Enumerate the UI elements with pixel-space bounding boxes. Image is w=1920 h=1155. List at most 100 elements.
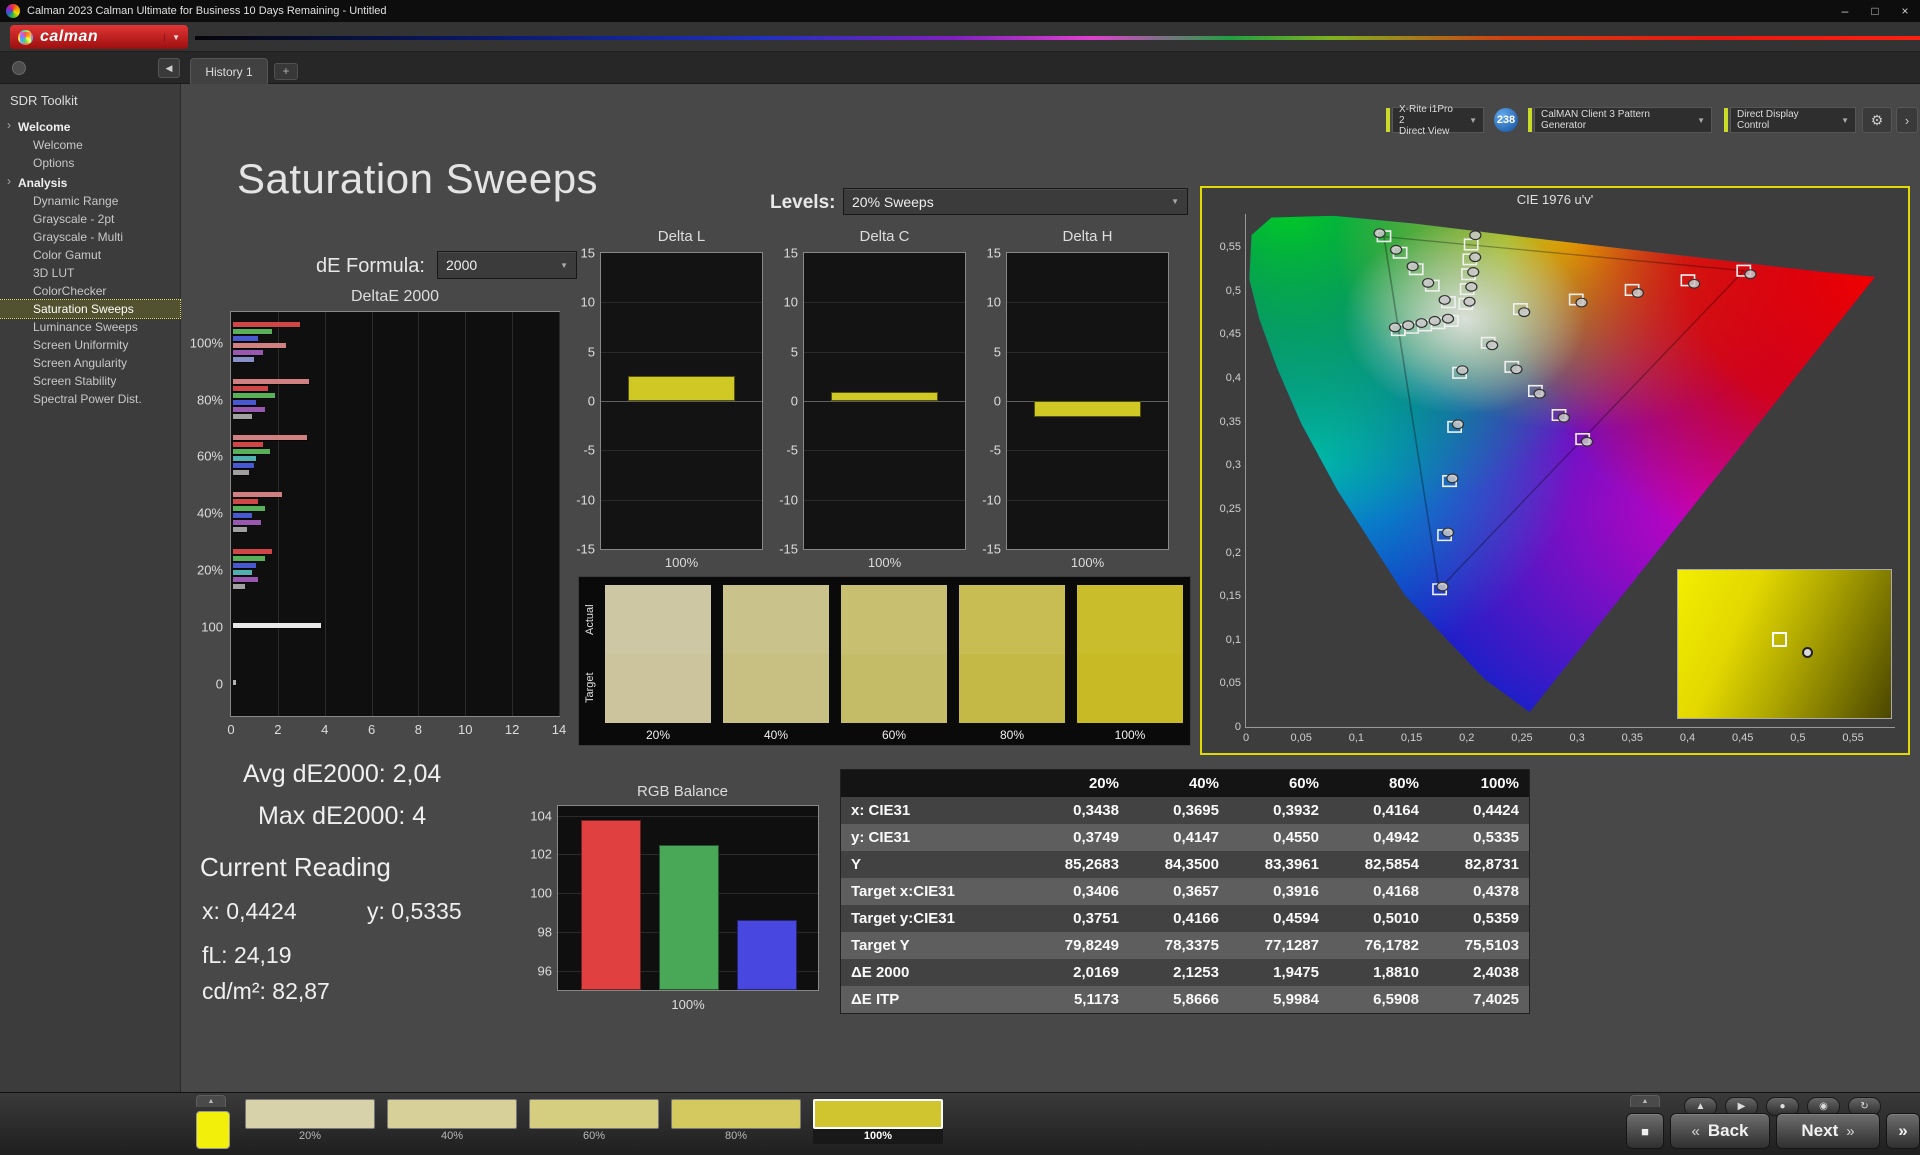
x-tick-label: 0,25 — [1511, 732, 1533, 744]
pattern-window-button[interactable] — [196, 1111, 230, 1149]
sidebar-item-color-gamut[interactable]: Color Gamut — [0, 246, 180, 264]
y-tick-label: 20% — [196, 562, 223, 578]
gear-icon[interactable]: ⚙ — [1862, 107, 1892, 133]
minimize-button[interactable]: – — [1830, 0, 1860, 22]
maximize-button[interactable]: □ — [1860, 0, 1890, 22]
bottom-swatches: 20% 40% 60% 80% 100% — [245, 1099, 943, 1144]
y-tick-label: 0,45 — [1219, 328, 1241, 341]
transport-panel-toggle[interactable]: ▲ — [1630, 1095, 1660, 1107]
sidebar-item-3d-lut[interactable]: 3D LUT — [0, 264, 180, 282]
sidebar-item-colorchecker[interactable]: ColorChecker — [0, 282, 180, 300]
next-page-button[interactable]: » — [1886, 1113, 1920, 1149]
delta-chart-delta-l[interactable]: Delta L 15 10 5 0 -5 -10 -15 100% — [576, 228, 763, 570]
x-tick-label: 0,05 — [1290, 732, 1312, 744]
measurement-marker — [1447, 474, 1458, 483]
sidebar-item-welcome[interactable]: Welcome — [0, 136, 180, 154]
pattern-panel-toggle[interactable]: ▲ — [196, 1095, 226, 1107]
bar-group — [233, 321, 557, 364]
tab-history-1[interactable]: History 1 — [190, 58, 268, 84]
swatch-color — [387, 1099, 517, 1129]
column-header: 60% — [1288, 775, 1319, 792]
table-cell: 84,3500 — [1164, 856, 1219, 873]
x-tick-label: 12 — [504, 722, 520, 737]
sidebar-collapse-button[interactable]: ◀ — [158, 58, 180, 78]
sidebar-item-grayscale-2pt[interactable]: Grayscale - 2pt — [0, 210, 180, 228]
tree-section-analysis[interactable]: Analysis — [0, 172, 180, 192]
page-title: Saturation Sweeps — [237, 155, 599, 202]
meter-select[interactable]: X-Rite i1Pro 2 Direct View ▼ — [1392, 104, 1484, 137]
close-button[interactable]: × — [1890, 0, 1920, 22]
pattern-swatch-20[interactable]: 20% — [245, 1099, 375, 1144]
sidebar-item-screen-uniformity[interactable]: Screen Uniformity — [0, 336, 180, 354]
sidebar-item-spectral-power-dist[interactable]: Spectral Power Dist. — [0, 390, 180, 408]
bar — [233, 570, 252, 576]
measurement-marker — [1470, 231, 1481, 240]
levels-select[interactable]: 20% Sweeps ▼ — [843, 188, 1188, 215]
back-button[interactable]: « Back — [1670, 1113, 1770, 1149]
gridline — [804, 450, 965, 452]
chevron-down-icon: ▼ — [1171, 197, 1179, 206]
add-tab-button[interactable]: + — [274, 63, 298, 80]
tree-section-welcome[interactable]: Welcome — [0, 116, 180, 136]
sidebar-item-grayscale-multi[interactable]: Grayscale - Multi — [0, 228, 180, 246]
bar — [233, 356, 254, 362]
pattern-swatch-60[interactable]: 60% — [529, 1099, 659, 1144]
measurement-marker — [1374, 229, 1385, 238]
target-row-label: Target — [584, 672, 596, 704]
gridline — [804, 401, 965, 402]
pattern-swatch-40[interactable]: 40% — [387, 1099, 517, 1144]
pattern-swatch-80[interactable]: 80% — [671, 1099, 801, 1144]
sidebar-item-dynamic-range[interactable]: Dynamic Range — [0, 192, 180, 210]
sidebar-item-screen-angularity[interactable]: Screen Angularity — [0, 354, 180, 372]
sidebar-item-luminance-sweeps[interactable]: Luminance Sweeps — [0, 318, 180, 336]
x-tick-label: 0 — [227, 722, 235, 737]
bar — [233, 413, 252, 419]
table-cell: 1,9475 — [1273, 964, 1319, 981]
x-tick-label: 0,2 — [1459, 732, 1475, 744]
x-tick-label: 0,1 — [1348, 732, 1365, 744]
x-axis-label: 100% — [664, 555, 699, 570]
session-dot-button[interactable] — [12, 61, 26, 75]
delta-chart-delta-c[interactable]: Delta C 15 10 5 0 -5 -10 -15 100% — [779, 228, 966, 570]
pattern-swatch-100[interactable]: 100% — [813, 1099, 943, 1144]
swatch-strip[interactable]: Actual Target 20% 40% 60% 80% 100% — [578, 576, 1191, 746]
rgb-plot[interactable]: 96 98 100 102 104 — [530, 805, 819, 991]
cie-panel[interactable]: CIE 1976 u'v' 0 0,05 0,1 0,15 0,2 0,25 0… — [1200, 186, 1910, 755]
measurement-marker — [1416, 319, 1427, 328]
x-tick-label: 2 — [274, 722, 282, 737]
deltae-plot[interactable]: 0 2 4 6 8 10 12 14 100% 80% 60% 40% 20% 100 0 — [190, 311, 566, 737]
next-button[interactable]: Next » — [1776, 1113, 1880, 1149]
de-formula-select[interactable]: 2000 ▼ — [437, 251, 577, 279]
y-tick-label: 0,25 — [1219, 502, 1241, 515]
delta-chart-delta-h[interactable]: Delta H 15 10 5 0 -5 -10 -15 100% — [982, 228, 1169, 570]
swatch-label: 80% — [724, 1130, 748, 1142]
table-cell: 2,0169 — [1073, 964, 1119, 981]
y-tick-label: 15 — [986, 245, 1001, 261]
bar — [233, 549, 273, 555]
more-button[interactable]: › — [1896, 107, 1918, 133]
sidebar-item-saturation-sweeps[interactable]: Saturation Sweeps — [0, 299, 181, 319]
bar-group — [233, 492, 557, 534]
y-tick-label: 0,35 — [1219, 415, 1241, 428]
sidebar-item-options[interactable]: Options — [0, 154, 180, 172]
y-tick-label: 5 — [587, 344, 595, 360]
actual-swatch — [1077, 585, 1183, 654]
target-swatch — [959, 654, 1065, 723]
deltae-chart-title: DeltaE 2000 — [350, 288, 440, 305]
bar — [737, 920, 798, 990]
table-cell: 75,5103 — [1464, 937, 1519, 954]
sidebar-item-screen-stability[interactable]: Screen Stability — [0, 372, 180, 390]
y-tick-label: 0,5 — [1225, 284, 1241, 297]
calman-menu-button[interactable]: calman ▼ — [10, 25, 188, 49]
measurement-marker — [1403, 321, 1414, 330]
rgb-balance-title: RGB Balance — [637, 783, 728, 800]
table-cell: 0,5335 — [1473, 829, 1519, 846]
y-tick-label: 80% — [196, 392, 223, 408]
table-cell: 7,4025 — [1473, 991, 1519, 1008]
bar — [233, 321, 301, 327]
measurement-marker — [1437, 582, 1448, 591]
pattern-generator-select[interactable]: CalMAN Client 3 Pattern Generator ▼ — [1534, 107, 1712, 133]
display-control-select[interactable]: Direct Display Control ▼ — [1730, 107, 1856, 133]
stop-button[interactable]: ■ — [1626, 1113, 1664, 1149]
x-tick-label: 0,4 — [1679, 732, 1696, 744]
